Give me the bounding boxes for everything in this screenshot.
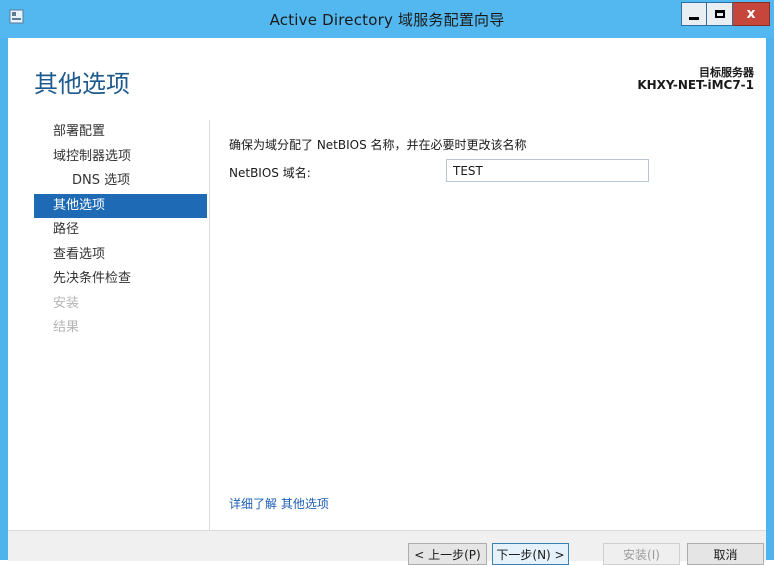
minimize-button[interactable] bbox=[681, 2, 707, 26]
learn-more-link[interactable]: 详细了解 其他选项 bbox=[229, 495, 329, 512]
nav-item-results: 结果 bbox=[53, 320, 80, 335]
window-title: Active Directory 域服务配置向导 bbox=[269, 11, 505, 29]
wizard-nav: 部署配置 域控制器选项 DNS 选项 其他选项 路径 查看选项 先决条件检查 安… bbox=[34, 120, 207, 341]
nav-item-deployment[interactable]: 部署配置 bbox=[34, 120, 207, 145]
cancel-button[interactable]: 取消 bbox=[687, 543, 764, 565]
nav-item-paths[interactable]: 路径 bbox=[34, 218, 207, 243]
nav-item-review-options[interactable]: 查看选项 bbox=[34, 243, 207, 268]
nav-item-dc-options[interactable]: 域控制器选项 bbox=[34, 145, 207, 170]
maximize-button[interactable] bbox=[707, 2, 733, 26]
install-button: 安装(I) bbox=[603, 543, 680, 565]
nav-item-prerequisites[interactable]: 先决条件检查 bbox=[34, 267, 207, 292]
page-title: 其他选项 bbox=[34, 70, 130, 98]
close-button[interactable]: x bbox=[733, 2, 770, 26]
nav-divider bbox=[209, 120, 210, 540]
title-bar[interactable]: Active Directory 域服务配置向导 x bbox=[0, 0, 774, 38]
minimize-icon bbox=[689, 16, 699, 20]
nav-item-dns-options[interactable]: DNS 选项 bbox=[34, 169, 207, 194]
instruction-text: 确保为域分配了 NetBIOS 名称，并在必要时更改该名称 bbox=[229, 138, 527, 152]
nav-item-additional-options[interactable]: 其他选项 bbox=[34, 193, 207, 218]
close-icon: x bbox=[746, 6, 756, 22]
netbios-name-input[interactable] bbox=[446, 159, 649, 182]
wizard-window: Active Directory 域服务配置向导 x 其他选项 目标服务器 KH… bbox=[0, 0, 774, 565]
netbios-label: NetBIOS 域名: bbox=[229, 166, 311, 180]
wizard-footer: < 上一步(P) 下一步(N) > 安装(I) 取消 bbox=[8, 530, 766, 565]
target-server-name: KHXY-NET-iMC7-1 bbox=[637, 78, 754, 92]
maximize-icon bbox=[714, 10, 725, 18]
wizard-content: 其他选项 目标服务器 KHXY-NET-iMC7-1 部署配置 域控制器选项 D… bbox=[8, 38, 766, 565]
next-button[interactable]: 下一步(N) > bbox=[492, 543, 569, 565]
previous-button[interactable]: < 上一步(P) bbox=[408, 543, 487, 565]
nav-item-installation: 安装 bbox=[53, 295, 80, 311]
